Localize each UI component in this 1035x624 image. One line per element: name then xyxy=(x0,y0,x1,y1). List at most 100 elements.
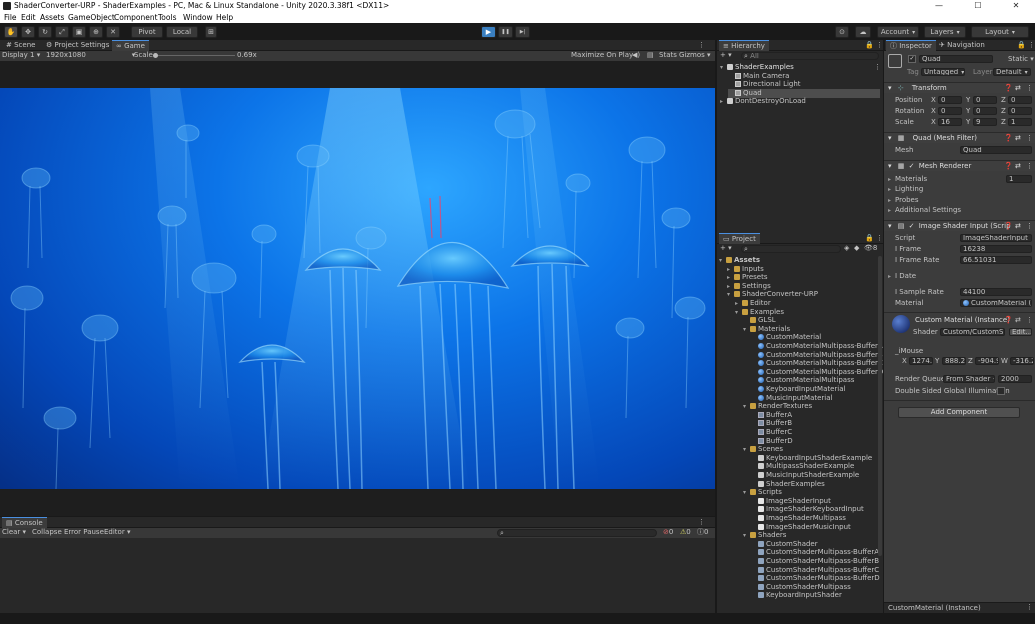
pause-button[interactable]: ❚❚ xyxy=(498,26,513,38)
filter-label-icon[interactable]: ◆ xyxy=(854,244,859,253)
mesh-filter-menu-icon[interactable]: ⋮ xyxy=(1026,133,1033,143)
material-menu-icon[interactable]: ⋮ xyxy=(1026,316,1033,324)
transform-header[interactable]: ▾ ⊹ Transform ❓ ⇄ ⋮ xyxy=(884,82,1035,93)
console-search-input[interactable]: ⌕ xyxy=(497,529,657,537)
pivot-toggle[interactable]: Pivot xyxy=(131,26,163,38)
image-shader-help-icon[interactable]: ❓ xyxy=(1004,221,1013,231)
imouse-x-field[interactable]: 1274.2 xyxy=(909,357,933,365)
image-shader-menu-icon[interactable]: ⋮ xyxy=(1026,221,1033,231)
hierarchy-menu-icon[interactable]: ⋮ xyxy=(876,40,883,51)
maximize-button[interactable]: ☐ xyxy=(959,0,997,12)
mesh-renderer-header[interactable]: ▾ ▦ ✓ Mesh Renderer ❓ ⇄ ⋮ xyxy=(884,160,1035,171)
tab-inspector[interactable]: ⓘ Inspector xyxy=(886,40,936,51)
menu-file[interactable]: File xyxy=(4,12,17,23)
collab-icon[interactable]: ⊙ xyxy=(835,26,849,38)
additional-settings-foldout[interactable]: ▸ Additional Settings xyxy=(888,206,961,215)
stats-icon[interactable]: ▤ xyxy=(647,51,654,60)
footer-menu-icon[interactable]: ⋮ xyxy=(1026,603,1033,611)
material-field[interactable]: CustomMaterial (I xyxy=(960,299,1032,307)
static-toggle[interactable]: Static ▾ xyxy=(1008,55,1034,64)
expand-arrow-icon[interactable]: ▾ xyxy=(720,63,727,72)
image-shader-checkbox[interactable]: ✓ xyxy=(909,222,915,230)
idate-foldout[interactable]: ▸ I Date xyxy=(888,272,916,281)
expand-arrow-icon[interactable]: ▾ xyxy=(743,488,750,497)
mesh-renderer-menu-icon[interactable]: ⋮ xyxy=(1026,161,1033,171)
expand-arrow-icon[interactable]: ▾ xyxy=(743,402,750,411)
layers-dropdown[interactable]: Layers xyxy=(924,26,966,38)
rotate-tool-icon[interactable]: ↻ xyxy=(38,26,52,38)
project-lock-icon[interactable]: 🔒 xyxy=(865,233,874,244)
materials-count-field[interactable]: 1 xyxy=(1006,175,1032,183)
scl-x-field[interactable]: 16 xyxy=(938,118,962,126)
tab-console[interactable]: ▤ Console xyxy=(2,517,47,528)
shader-edit-button[interactable]: Edit... xyxy=(1009,328,1032,336)
iframerate-field[interactable]: 66.51031 xyxy=(960,256,1032,264)
local-toggle[interactable]: Local xyxy=(166,26,198,38)
transform-preset-icon[interactable]: ⇄ xyxy=(1015,83,1021,93)
expand-arrow-icon[interactable]: ▸ xyxy=(720,97,727,106)
mesh-renderer-help-icon[interactable]: ❓ xyxy=(1004,161,1013,171)
tab-project-settings[interactable]: ⚙ Project Settings xyxy=(42,40,113,51)
expand-arrow-icon[interactable]: ▾ xyxy=(735,308,742,317)
shader-dropdown[interactable]: Custom/CustomSh xyxy=(940,328,1005,336)
project-menu-icon[interactable]: ⋮ xyxy=(876,233,883,244)
custom-tool-icon[interactable]: ✕ xyxy=(106,26,120,38)
imouse-w-field[interactable]: -316.2 xyxy=(1010,357,1034,365)
active-checkbox[interactable]: ✓ xyxy=(908,55,916,63)
menu-tools[interactable]: Tools xyxy=(158,12,176,23)
project-create-button[interactable]: + ▾ xyxy=(720,244,732,253)
filter-type-icon[interactable]: ◈ xyxy=(844,244,849,253)
hierarchy-item[interactable]: ▸ DontDestroyOnLoad xyxy=(720,97,806,106)
scale-slider-track[interactable] xyxy=(155,55,235,56)
rect-tool-icon[interactable]: ▣ xyxy=(72,26,86,38)
play-button[interactable]: ▶ xyxy=(481,26,496,38)
error-pause-toggle[interactable]: Error Pause xyxy=(64,528,104,537)
scale-tool-icon[interactable]: ⤢ xyxy=(55,26,69,38)
pos-z-field[interactable]: 0 xyxy=(1008,96,1032,104)
mesh-filter-preset-icon[interactable]: ⇄ xyxy=(1015,133,1021,143)
mesh-filter-header[interactable]: ▾ ▦ Quad (Mesh Filter) ❓ ⇄ ⋮ xyxy=(884,132,1035,143)
inspector-menu-icon[interactable]: ⋮ xyxy=(1028,40,1035,51)
imouse-y-field[interactable]: 888.23 xyxy=(942,357,966,365)
tab-game[interactable]: ∞ Game xyxy=(112,40,149,51)
menu-component[interactable]: Component xyxy=(114,12,158,23)
stats-toggle[interactable]: Stats xyxy=(659,51,677,60)
warning-count[interactable]: ⚠0 xyxy=(680,528,691,537)
expand-arrow-icon[interactable]: ▾ xyxy=(743,445,750,454)
account-dropdown[interactable]: Account xyxy=(877,26,919,38)
hidden-packages-icon[interactable]: 👁8 xyxy=(864,244,877,253)
image-shader-preset-icon[interactable]: ⇄ xyxy=(1015,221,1021,231)
tab-project[interactable]: ▭ Project xyxy=(719,233,760,244)
layout-dropdown[interactable]: Layout xyxy=(971,26,1029,38)
add-component-button[interactable]: Add Component xyxy=(898,407,1020,418)
expand-arrow-icon[interactable]: ▾ xyxy=(743,531,750,540)
object-name-field[interactable]: Quad xyxy=(919,55,993,63)
panel-menu-icon[interactable]: ⋮ xyxy=(698,40,705,51)
rot-y-field[interactable]: 0 xyxy=(973,107,997,115)
rot-z-field[interactable]: 0 xyxy=(1008,107,1032,115)
scl-y-field[interactable]: 9 xyxy=(973,118,997,126)
console-log-area[interactable] xyxy=(0,538,715,613)
error-count[interactable]: ⊘0 xyxy=(663,528,673,537)
game-view-render[interactable] xyxy=(0,88,715,489)
image-shader-input-header[interactable]: ▾ ▤ ✓ Image Shader Input (Scrip ❓ ⇄ ⋮ xyxy=(884,220,1035,231)
lighting-foldout[interactable]: ▸ Lighting xyxy=(888,185,923,194)
transform-help-icon[interactable]: ❓ xyxy=(1004,83,1013,93)
hierarchy-search-input[interactable]: ⌕ All xyxy=(741,52,879,60)
menu-window[interactable]: Window xyxy=(183,12,213,23)
close-button[interactable]: ✕ xyxy=(997,0,1035,12)
expand-arrow-icon[interactable]: ▾ xyxy=(727,290,734,299)
expand-arrow-icon[interactable]: ▾ xyxy=(743,325,750,334)
hand-tool-icon[interactable]: ✋ xyxy=(4,26,18,38)
tab-hierarchy[interactable]: ≡ Hierarchy xyxy=(719,40,769,51)
project-search-input[interactable]: ⌕ xyxy=(741,245,841,253)
menu-help[interactable]: Help xyxy=(216,12,233,23)
editor-dropdown[interactable]: Editor ▾ xyxy=(104,528,130,537)
menu-gameobject[interactable]: GameObject xyxy=(68,12,115,23)
step-button[interactable]: ▶| xyxy=(515,26,530,38)
mesh-filter-help-icon[interactable]: ❓ xyxy=(1004,133,1013,143)
move-tool-icon[interactable]: ✥ xyxy=(21,26,35,38)
transform-tool-icon[interactable]: ⊕ xyxy=(89,26,103,38)
menu-edit[interactable]: Edit xyxy=(21,12,36,23)
probes-foldout[interactable]: ▸ Probes xyxy=(888,196,919,205)
